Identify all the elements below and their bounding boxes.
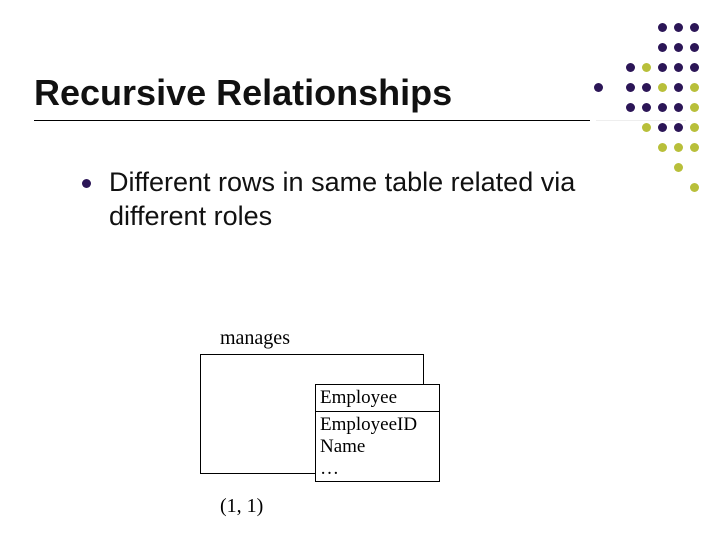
dot-dark-icon	[674, 123, 683, 132]
dot-olive-icon	[690, 103, 699, 112]
dot-dark-icon	[626, 103, 635, 112]
dot-dark-icon	[658, 63, 667, 72]
rel-reports-card: (1, 1)	[220, 495, 263, 517]
dot-olive-icon	[690, 123, 699, 132]
dot-olive-icon	[674, 163, 683, 172]
page-title: Recursive Relationships	[34, 72, 452, 114]
dot-dark-icon	[674, 23, 683, 32]
dot-olive-icon	[642, 63, 651, 72]
dot-dark-icon	[642, 83, 651, 92]
entity-name: Employee	[316, 387, 439, 412]
dot-dark-icon	[674, 63, 683, 72]
title-underline	[34, 120, 590, 121]
dot-olive-icon	[690, 143, 699, 152]
dot-olive-icon	[642, 123, 651, 132]
dot-dark-icon	[626, 83, 635, 92]
dot-olive-icon	[658, 83, 667, 92]
bullet-item: Different rows in same table related via…	[82, 166, 642, 234]
entity-box: Employee EmployeeID Name …	[315, 384, 440, 482]
entity-attr: Name	[320, 436, 435, 458]
title-underline-faint	[596, 120, 686, 121]
rel-line-reports: (1, 1) ← reports to	[200, 470, 296, 540]
dot-dark-icon	[658, 123, 667, 132]
bullet-text: Different rows in same table related via…	[109, 166, 642, 234]
dot-olive-icon	[658, 143, 667, 152]
dot-olive-icon	[674, 143, 683, 152]
dot-dark-icon	[658, 23, 667, 32]
dot-dark-icon	[594, 83, 603, 92]
dot-dark-icon	[690, 63, 699, 72]
dot-dark-icon	[626, 63, 635, 72]
dot-dark-icon	[674, 83, 683, 92]
dot-olive-icon	[690, 83, 699, 92]
bullet-icon	[82, 179, 91, 188]
entity-attr: EmployeeID	[320, 414, 435, 436]
dot-dark-icon	[658, 43, 667, 52]
dot-dark-icon	[674, 103, 683, 112]
dot-dark-icon	[674, 43, 683, 52]
rel-manages-label: manages	[220, 327, 290, 349]
entity-attr: …	[320, 458, 435, 480]
dot-dark-icon	[642, 103, 651, 112]
dot-dark-icon	[658, 103, 667, 112]
er-diagram: manages → (0, *) (1, 1) ← reports to Emp…	[200, 302, 296, 540]
dot-olive-icon	[690, 183, 699, 192]
dot-dark-icon	[690, 43, 699, 52]
dot-dark-icon	[690, 23, 699, 32]
